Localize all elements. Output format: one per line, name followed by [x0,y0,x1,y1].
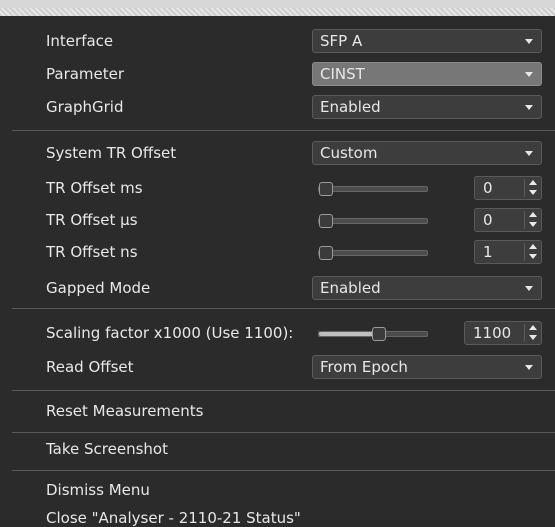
spin-up-icon[interactable] [529,325,537,330]
tr-offset-ns-spinbox[interactable]: 1 [474,240,542,264]
parameter-row: Parameter CINST [0,59,555,89]
spin-separator [524,324,525,342]
tr-offset-ms-row: TR Offset ms 0 [0,173,555,203]
tr-offset-us-spinbox[interactable]: 0 [474,208,542,232]
graphgrid-value: Enabled [320,98,381,116]
scaling-factor-row: Scaling factor x1000 (Use 1100): 1100 [0,318,555,348]
menu-top-strip [0,8,555,16]
tr-offset-ns-row: TR Offset ns 1 [0,237,555,267]
tr-offset-ns-label: TR Offset ns [46,243,138,261]
tr-offset-ms-slider[interactable] [318,182,428,196]
spin-buttons[interactable] [524,324,539,342]
spin-up-icon[interactable] [529,212,537,217]
tr-offset-us-row: TR Offset µs 0 [0,205,555,235]
scaling-factor-label: Scaling factor x1000 (Use 1100): [46,324,294,342]
tr-offset-us-label: TR Offset µs [46,211,138,229]
scaling-factor-slider[interactable] [318,327,428,341]
interface-dropdown[interactable]: SFP A [312,29,542,53]
spin-up-icon[interactable] [529,244,537,249]
chevron-down-icon [525,151,533,156]
graphgrid-dropdown[interactable]: Enabled [312,95,542,119]
tr-offset-ns-slider[interactable] [318,246,428,260]
scaling-factor-value: 1100 [473,324,512,342]
chevron-down-icon [525,365,533,370]
system-tr-offset-value: Custom [320,144,378,162]
read-offset-dropdown[interactable]: From Epoch [312,355,542,379]
tr-offset-us-slider[interactable] [318,214,428,228]
tr-offset-ms-label: TR Offset ms [46,179,143,197]
divider [12,432,555,433]
graphgrid-row: GraphGrid Enabled [0,92,555,122]
gapped-mode-label: Gapped Mode [46,279,151,297]
take-screenshot-button[interactable]: Take Screenshot [46,440,168,458]
read-offset-row: Read Offset From Epoch [0,352,555,382]
chevron-down-icon [525,72,533,77]
read-offset-label: Read Offset [46,358,134,376]
tr-offset-us-value: 0 [483,211,493,229]
spin-buttons[interactable] [524,243,539,261]
spin-separator [524,211,525,229]
gapped-mode-row: Gapped Mode Enabled [0,273,555,303]
close-analyser-button[interactable]: Close "Analyser - 2110-21 Status" [46,509,301,527]
slider-handle[interactable] [319,246,333,260]
system-tr-offset-row: System TR Offset Custom [0,138,555,168]
divider [12,130,555,131]
slider-handle[interactable] [372,327,386,341]
tr-offset-ms-value: 0 [483,179,493,197]
tr-offset-ns-value: 1 [483,243,493,261]
slider-handle[interactable] [319,214,333,228]
slider-fill [319,332,378,336]
interface-label: Interface [46,32,114,50]
spin-buttons[interactable] [524,179,539,197]
dismiss-menu-button[interactable]: Dismiss Menu [46,481,150,499]
parameter-value: CINST [320,65,365,83]
spin-down-icon[interactable] [529,222,537,227]
interface-value: SFP A [320,32,363,50]
spin-down-icon[interactable] [529,335,537,340]
chevron-down-icon [525,105,533,110]
spin-separator [524,243,525,261]
graphgrid-label: GraphGrid [46,98,124,116]
spin-down-icon[interactable] [529,254,537,259]
spin-down-icon[interactable] [529,190,537,195]
gapped-mode-dropdown[interactable]: Enabled [312,276,542,300]
reset-measurements-button[interactable]: Reset Measurements [46,402,203,420]
scaling-factor-spinbox[interactable]: 1100 [464,321,542,345]
parameter-label: Parameter [46,65,125,83]
divider [12,470,555,471]
parameter-dropdown[interactable]: CINST [312,62,542,86]
interface-row: Interface SFP A [0,26,555,56]
spin-buttons[interactable] [524,211,539,229]
chevron-down-icon [525,39,533,44]
system-tr-offset-label: System TR Offset [46,144,177,162]
divider [12,308,555,309]
chevron-down-icon [525,286,533,291]
settings-menu: Interface SFP A Parameter CINST GraphGri… [0,0,555,527]
slider-handle[interactable] [319,182,333,196]
spin-separator [524,179,525,197]
spin-up-icon[interactable] [529,180,537,185]
system-tr-offset-dropdown[interactable]: Custom [312,141,542,165]
tr-offset-ms-spinbox[interactable]: 0 [474,176,542,200]
divider [12,390,555,391]
gapped-mode-value: Enabled [320,279,381,297]
read-offset-value: From Epoch [320,358,408,376]
